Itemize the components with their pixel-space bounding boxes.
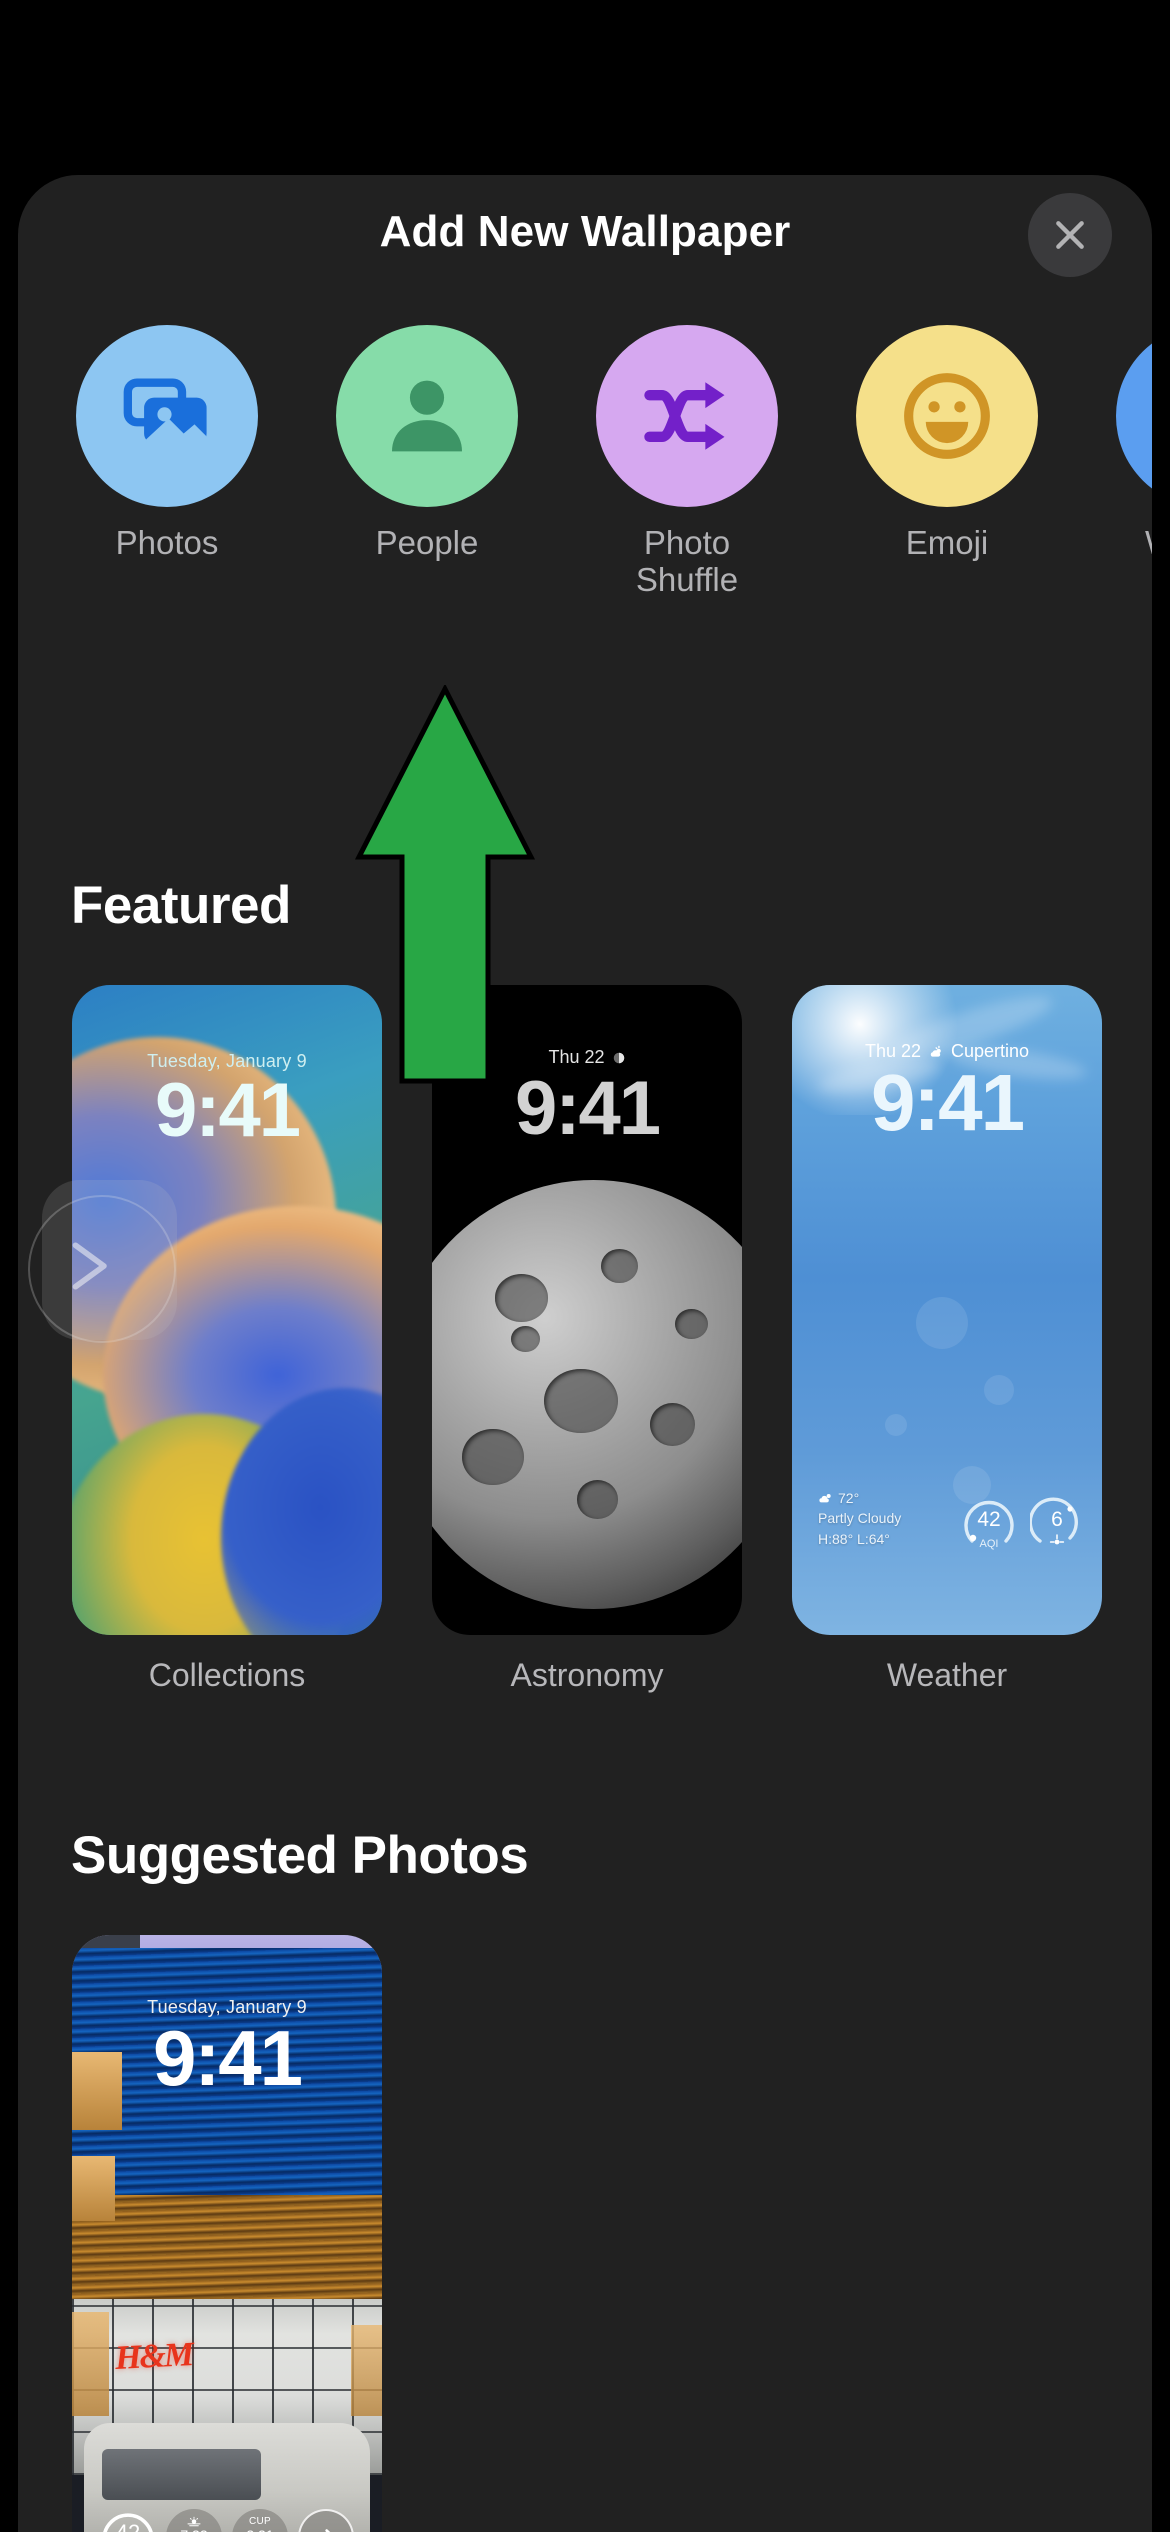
emoji-smile-icon (904, 373, 990, 459)
widget-aqi[interactable]: 42 AQI (100, 2509, 156, 2532)
widget-open-arrow[interactable] (298, 2509, 354, 2532)
add-wallpaper-sheet: Add New Wallpaper Photos People Photo Sh… (18, 175, 1152, 2532)
widget-city-code: CUP (248, 2515, 271, 2527)
widget-sunset[interactable]: 7:32 PM (166, 2509, 222, 2532)
category-label: Weather (1116, 524, 1152, 562)
weather-circle (1116, 325, 1152, 507)
up-arrow-annotation (355, 685, 535, 1084)
lockscreen-time: 9:41 (870, 1058, 1025, 1147)
wallpaper-label: Astronomy (510, 1657, 664, 1693)
weather-temperature: 72° (838, 1490, 860, 1507)
close-icon (1056, 221, 1084, 249)
photo-sign-text: H&M (114, 2336, 194, 2377)
screen: Add New Wallpaper Photos People Photo Sh… (0, 0, 1170, 2532)
widget-world-clock[interactable]: CUP 2:21 PM (232, 2509, 288, 2532)
shuffle-icon (644, 382, 725, 450)
uv-gauge: 6 (1030, 1497, 1084, 1551)
wallpaper-label: Collections (148, 1657, 306, 1693)
category-photo-shuffle[interactable]: Photo Shuffle (596, 325, 778, 599)
wallpaper-category-row: Photos People Photo Shuffle Emoji (18, 325, 1152, 625)
lockscreen-widget-row: 42 AQI 7:32 PM CUP 2:21 (72, 2509, 382, 2532)
category-label: Photo Shuffle (635, 524, 739, 598)
photo-shuffle-circle (596, 325, 778, 507)
category-label: Photos (115, 524, 219, 561)
aqi-gauge: 42 AQI (962, 1497, 1016, 1551)
category-emoji[interactable]: Emoji (856, 325, 1038, 562)
wallpaper-preview-weather[interactable]: Thu 22 Cupertino 9:41 72° Partly Cloudy … (792, 985, 1102, 1635)
suggested-photos-heading: Suggested Photos (71, 1826, 529, 1885)
weather-condition: Partly Cloudy (818, 1510, 902, 1527)
featured-carousel[interactable]: Tuesday, January 9 9:41 Collections Thu … (18, 985, 1152, 1693)
emoji-circle (856, 325, 1038, 507)
person-icon (392, 380, 462, 452)
uv-value: 6 (1051, 1508, 1063, 1531)
widget-time: 7:32 (180, 2527, 207, 2532)
sunset-icon (187, 2516, 201, 2527)
widget-time: 2:21 (246, 2527, 273, 2532)
category-people[interactable]: People (336, 325, 518, 562)
partly-cloudy-icon (819, 1494, 831, 1503)
category-weather[interactable]: Weather (1116, 325, 1152, 562)
featured-heading: Featured (71, 876, 291, 935)
weather-summary: 72° Partly Cloudy H:88° L:64° (818, 1488, 901, 1549)
page-title: Add New Wallpaper (379, 207, 791, 256)
photos-icon (123, 378, 207, 444)
arrow-right-icon (325, 2529, 331, 2532)
featured-item-astronomy[interactable]: Thu 22 9:41 Astronomy (432, 985, 742, 1693)
lockscreen-time: 9:41 (154, 1068, 301, 1153)
category-photos[interactable]: Photos (76, 325, 258, 562)
aqi-caption: AQI (979, 1538, 999, 1550)
suggested-photo-card[interactable]: H&M Tuesday, January 9 9:41 42 CUP (72, 1935, 382, 2532)
wallpaper-label: Weather (886, 1657, 1008, 1693)
weather-high-low: H:88° L:64° (818, 1530, 890, 1547)
category-label: People (375, 524, 479, 561)
close-button[interactable] (1028, 193, 1112, 277)
lockscreen-time: 9:41 (152, 2014, 303, 2102)
people-circle (336, 325, 518, 507)
weather-gauges: 42 AQI 6 (962, 1497, 1084, 1551)
suggested-photos-row[interactable]: H&M Tuesday, January 9 9:41 42 CUP (18, 1935, 1152, 2532)
gesture-ghost-chevron-icon (72, 1242, 107, 1290)
moon-phase-icon (613, 1052, 624, 1063)
featured-item-weather[interactable]: Thu 22 Cupertino 9:41 72° Partly Cloudy … (792, 985, 1102, 1693)
lockscreen-date: Thu 22 (548, 1047, 605, 1067)
photos-circle (76, 325, 258, 507)
category-label: Emoji (905, 524, 989, 561)
moon-image (432, 1180, 742, 1609)
aqi-value: 42 (115, 2519, 141, 2532)
sheet-header: Add New Wallpaper (18, 175, 1152, 305)
